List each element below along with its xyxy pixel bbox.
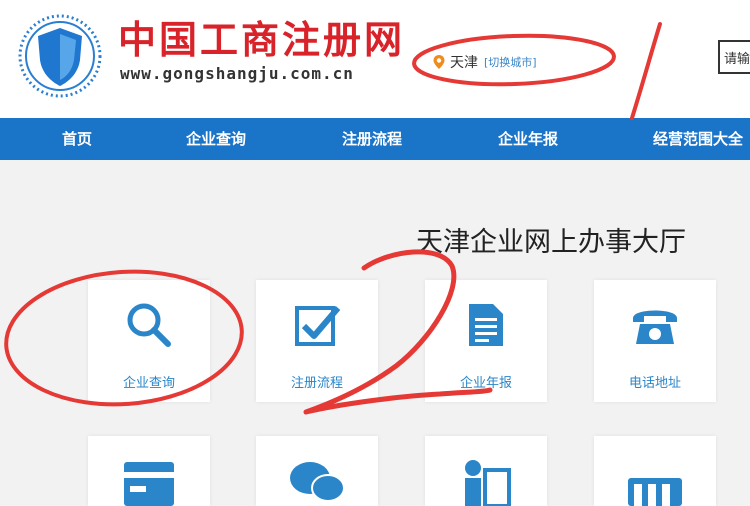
card-registration-process[interactable]: 注册流程 <box>256 280 378 402</box>
person-doc-icon <box>465 460 511 506</box>
switch-city-link[interactable]: [切换城市] <box>484 54 537 70</box>
nav-business-scope[interactable]: 经营范围大全 <box>653 118 743 160</box>
card-row2-4[interactable] <box>594 436 716 506</box>
logo-url: www.gongshangju.com.cn <box>120 64 354 83</box>
card-row2-1[interactable] <box>88 436 210 506</box>
nav-company-search[interactable]: 企业查询 <box>186 118 246 160</box>
card-label: 企业查询 <box>122 376 175 391</box>
card-row2-2[interactable] <box>256 436 378 506</box>
card-phone-address[interactable]: 电话地址 <box>594 280 716 402</box>
document-icon <box>469 304 503 346</box>
checkbox-icon <box>295 306 341 346</box>
card-label: 注册流程 <box>290 376 343 391</box>
shield-logo-icon[interactable] <box>18 14 102 98</box>
main-nav: 首页 企业查询 注册流程 企业年报 经营范围大全 <box>0 118 750 160</box>
nav-registration-process[interactable]: 注册流程 <box>342 118 402 160</box>
magnifier-icon <box>127 303 171 347</box>
logo-title[interactable]: 中国工商注册网 <box>118 18 405 62</box>
card-company-search[interactable]: 企业查询 <box>88 280 210 402</box>
page-title: 天津企业网上办事大厅 <box>416 227 686 258</box>
nav-annual-report[interactable]: 企业年报 <box>498 118 558 160</box>
bars-icon <box>628 478 682 506</box>
city-selector[interactable]: 天津 [切换城市] <box>432 52 537 72</box>
nav-home[interactable]: 首页 <box>62 118 92 160</box>
location-pin-icon <box>433 55 445 69</box>
chat-bubbles-icon <box>290 462 345 502</box>
card-label: 电话地址 <box>628 376 681 391</box>
current-city: 天津 <box>450 55 478 71</box>
card-label: 企业年报 <box>459 376 512 391</box>
site-header: 中国工商注册网 www.gongshangju.com.cn 天津 [切换城市]… <box>0 0 750 118</box>
card-icon <box>124 462 174 506</box>
search-input[interactable]: 请输 <box>718 40 750 74</box>
card-row2-3[interactable] <box>425 436 547 506</box>
card-annual-report[interactable]: 企业年报 <box>425 280 547 402</box>
telephone-icon <box>633 310 677 344</box>
